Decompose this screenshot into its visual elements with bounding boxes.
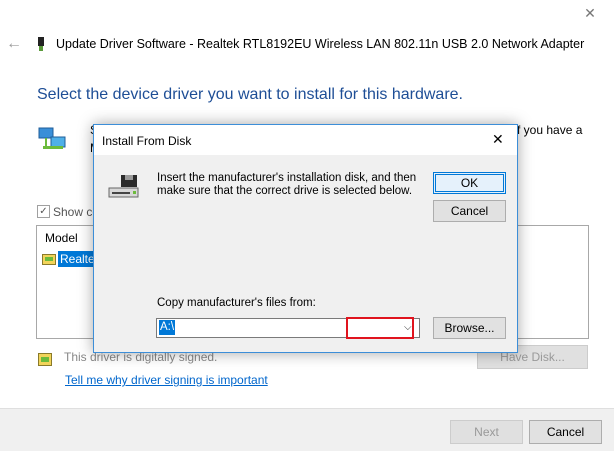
path-value: A:\ <box>159 320 176 335</box>
description-text-fragment-right: f you have a <box>517 123 583 137</box>
driver-package-icon <box>42 254 56 265</box>
signed-driver-icon <box>38 353 52 366</box>
dialog-close-button[interactable]: ✕ <box>492 132 504 146</box>
browse-highlight-box <box>346 317 414 339</box>
model-column-header: Model <box>45 231 78 245</box>
dialog-cancel-button[interactable]: Cancel <box>433 200 506 222</box>
dialog-message: Insert the manufacturer's installation d… <box>157 172 417 197</box>
dialog-title: Install From Disk <box>102 134 192 148</box>
floppy-disk-drive-icon <box>108 175 139 198</box>
next-button[interactable]: Next <box>450 420 523 444</box>
cancel-button[interactable]: Cancel <box>529 420 602 444</box>
window-close-button[interactable]: ✕ <box>583 6 597 20</box>
network-computers-icon <box>38 127 66 149</box>
page-heading: Select the device driver you want to ins… <box>37 86 463 103</box>
browse-button[interactable]: Browse... <box>433 317 506 339</box>
model-list-item[interactable]: Realte <box>58 251 97 267</box>
show-compatible-checkbox[interactable]: ✓ <box>37 205 50 218</box>
install-from-disk-dialog: Install From Disk ✕ Insert the manufactu… <box>93 124 518 353</box>
network-adapter-icon <box>38 37 44 51</box>
copy-files-from-label: Copy manufacturer's files from: <box>157 297 316 309</box>
window-title: Update Driver Software - Realtek RTL8192… <box>56 37 585 51</box>
driver-signing-link[interactable]: Tell me why driver signing is important <box>65 373 268 387</box>
ok-button[interactable]: OK <box>433 172 506 194</box>
back-arrow-icon[interactable]: ← <box>6 36 22 52</box>
